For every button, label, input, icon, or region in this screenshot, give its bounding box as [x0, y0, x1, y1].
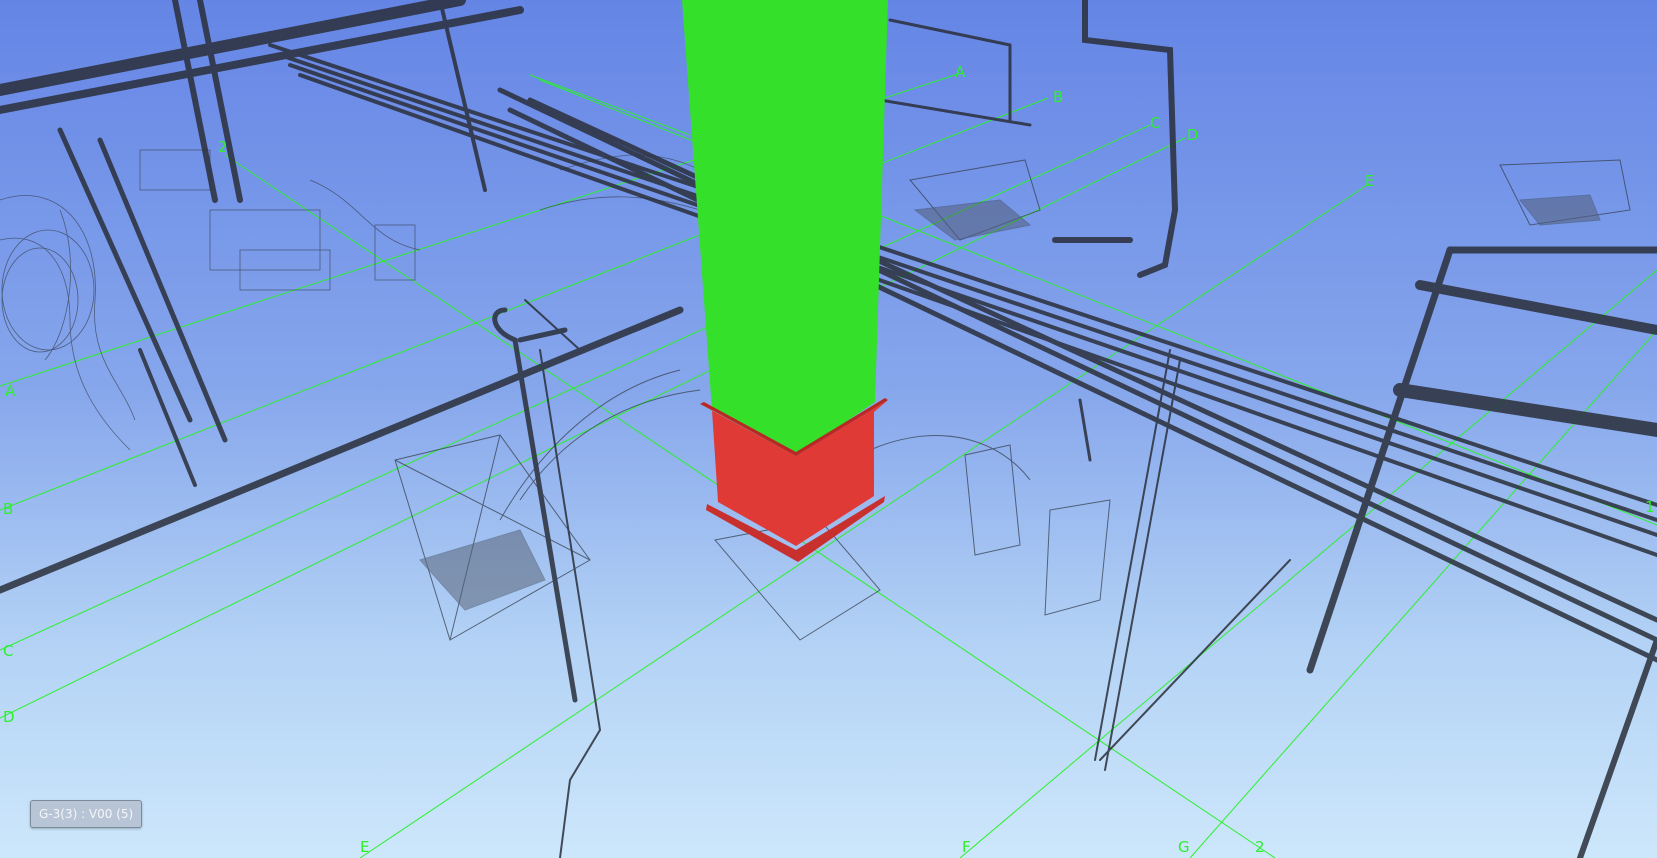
grid-label-c: C	[1150, 114, 1161, 132]
grid-label-d-left: D	[3, 708, 15, 726]
grid-label-e-bottom: E	[360, 838, 370, 856]
grid-label-1-right: 1	[1645, 498, 1655, 516]
grid-label-b-left: B	[3, 500, 14, 518]
grid-label-g: G	[1178, 838, 1190, 856]
grid-label-2-top: 2	[218, 138, 228, 156]
grid-label-b: B	[1053, 88, 1064, 106]
grid-label-2-bottom: 2	[1255, 838, 1265, 856]
grid-label-c-left: C	[3, 642, 14, 660]
grid-label-e-top: E	[1365, 172, 1375, 190]
model-scene[interactable]	[0, 0, 1657, 858]
grid-label-a: A	[955, 63, 966, 81]
view-name-badge[interactable]: G-3(3) : V00 (5)	[30, 800, 143, 828]
grid-label-d: D	[1187, 126, 1199, 144]
duct-wireframes	[0, 149, 701, 451]
grid-label-f: F	[962, 838, 971, 856]
3d-viewport[interactable]: A B C D E F G 2 2 A B C D E 1 G-3(3) : V…	[0, 0, 1657, 858]
grid-label-a-left: A	[5, 382, 16, 400]
selected-column[interactable]	[682, 0, 888, 562]
